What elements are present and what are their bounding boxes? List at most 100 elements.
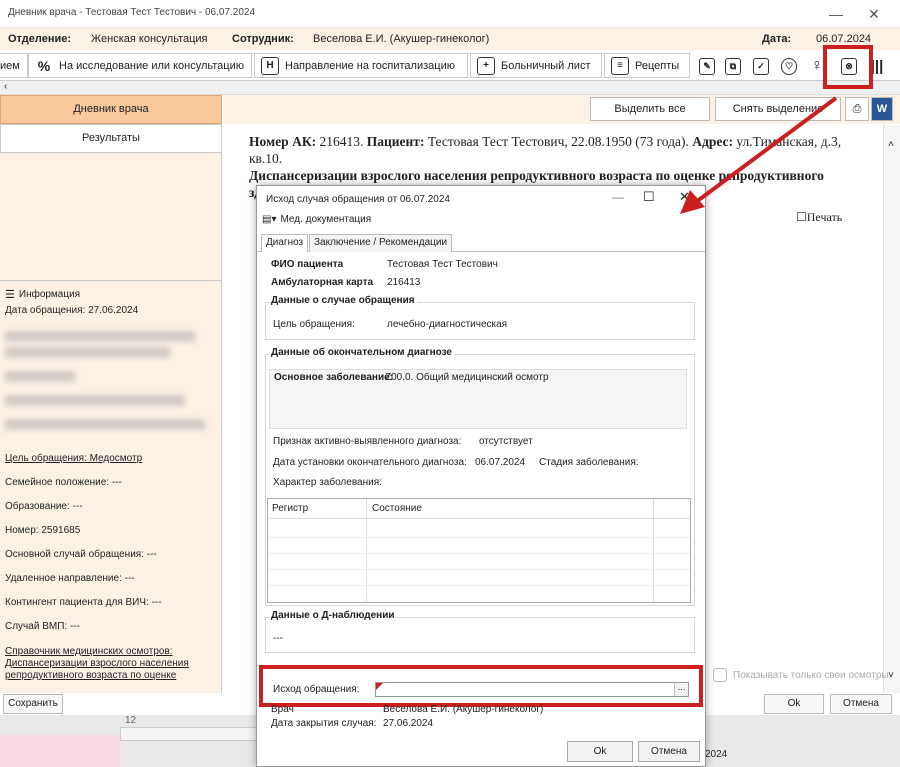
outcome-field[interactable]: ...: [375, 682, 689, 697]
row-line: [268, 569, 690, 570]
tab-research-label: На исследование или консультацию: [59, 59, 244, 72]
dept-label: Отделение:: [8, 33, 72, 45]
outcome-picker-button[interactable]: ...: [674, 683, 688, 696]
scroll-down-icon[interactable]: ˅: [888, 670, 894, 681]
date-value: 06.07.2024: [816, 33, 872, 45]
sick-leave-icon: +: [477, 56, 495, 75]
under-date: 2024: [705, 749, 728, 760]
stage-label: Стадия заболевания:: [539, 457, 639, 468]
blurred-line: [5, 331, 195, 342]
purpose-value: лечебно-диагностическая: [387, 319, 508, 330]
stethoscope-icon[interactable]: ♡: [778, 56, 800, 76]
results-button[interactable]: Результаты: [0, 124, 222, 153]
doc-check-icon[interactable]: ✓: [750, 56, 772, 76]
show-own-checkbox[interactable]: Показывать только свои осмотры: [713, 668, 889, 682]
save-button[interactable]: Сохранить: [3, 694, 63, 714]
patient-value: Тестовая Тест Тестович, 22.08.1950 (73 г…: [424, 134, 693, 149]
date-label: Дата:: [762, 33, 792, 45]
hospital-icon: Н: [261, 56, 279, 75]
close-button[interactable]: ✕: [860, 4, 888, 24]
doc-copy-glyph: ⧉: [725, 57, 741, 75]
show-own-box[interactable]: [713, 668, 727, 682]
tab-hospitalization[interactable]: Н Направление на госпитализацию: [254, 53, 468, 78]
dialog-cancel-button[interactable]: Отмена: [638, 741, 700, 762]
toolbar: ием % На исследование или консультацию Н…: [0, 50, 900, 81]
left-panel: Дневник врача Результаты ☰ Информация Да…: [0, 95, 222, 693]
info-title: Информация: [18, 289, 81, 300]
tab-diagnosis[interactable]: Диагноз: [261, 234, 309, 252]
doc-edit-icon[interactable]: ✎: [696, 56, 718, 76]
col-register: Регистр: [272, 503, 309, 514]
row-line: [268, 537, 690, 538]
doctor-diary-button[interactable]: Дневник врача: [0, 95, 222, 124]
document-scrollbar[interactable]: ˄ ˅: [883, 125, 900, 693]
ak-value: 216413.: [316, 134, 367, 149]
tab-conclusion[interactable]: Заключение / Рекомендации: [309, 234, 453, 252]
fio-label: ФИО пациента: [271, 259, 344, 270]
tab-prescriptions[interactable]: ≡ Рецепты: [604, 53, 690, 78]
tab-research[interactable]: % На исследование или консультацию: [28, 53, 252, 78]
tab-reception[interactable]: ием: [0, 53, 28, 78]
fio-value: Тестовая Тест Тестович: [387, 259, 498, 270]
info-icon: ☰: [5, 289, 15, 301]
exam-reference-line3[interactable]: репродуктивного возраста по оценке: [5, 670, 176, 681]
docs-icon: ▤▾: [262, 214, 277, 225]
toolbar-scrollbar[interactable]: ‹: [0, 81, 900, 95]
exam-reference-link[interactable]: Справочник медицинских осмотров:: [5, 646, 173, 657]
dialog-ok-button[interactable]: Ok: [567, 741, 633, 762]
outcome-label: Исход обращения:: [273, 684, 360, 695]
visit-date: Дата обращения: 27.06.2024: [5, 305, 139, 316]
case-number: Номер: 2591685: [5, 525, 81, 536]
vmp-case: Случай ВМП: ---: [5, 621, 80, 632]
docs-menu[interactable]: ▤▾ Мед. документация: [262, 214, 371, 225]
card-value: 216413: [387, 277, 421, 288]
close-date-value: 27.06.2024: [383, 718, 434, 729]
scroll-up-icon[interactable]: ˄: [888, 139, 894, 150]
info-section: ☰ Информация Дата обращения: 27.06.2024 …: [0, 280, 222, 693]
docs-menu-label: Мед. документация: [280, 214, 372, 225]
diag-date-label: Дата установки окончательного диагноза:: [273, 457, 467, 468]
deselect-button[interactable]: Снять выделение: [715, 97, 841, 121]
title-bar: Дневник врача - Тестовая Тест Тестович -…: [0, 0, 900, 28]
required-marker: [376, 683, 383, 690]
register-table-header: Регистр Состояние: [268, 499, 690, 519]
person-glyph: ♀: [811, 57, 823, 74]
active-diag-label: Признак активно-выявленного диагноза:: [273, 436, 462, 447]
purpose-link[interactable]: Цель обращения: Медосмотр: [5, 453, 142, 464]
dialog-tabs: Диагноз Заключение / Рекомендации: [257, 232, 705, 252]
case-group-title: Данные о случае обращения: [269, 295, 417, 306]
select-all-button[interactable]: Выделить все: [590, 97, 710, 121]
tab-hospitalization-label: Направление на госпитализацию: [285, 59, 455, 72]
cancel-button[interactable]: Отмена: [830, 694, 892, 714]
education: Образование: ---: [5, 501, 83, 512]
doctor-value: Веселова Е.И. (Акушер-гинеколог): [383, 704, 544, 715]
minimize-button[interactable]: —: [822, 4, 850, 24]
show-own-label: Показывать только свои осмотры: [733, 669, 889, 681]
under-row: [0, 735, 120, 767]
dialog-menu: ▤▾ Мед. документация: [257, 212, 705, 230]
main-case: Основной случай обращения: ---: [5, 549, 157, 560]
purpose-label: Цель обращения:: [273, 319, 355, 330]
info-header: ☰ Информация: [5, 288, 80, 301]
under-scrollbar[interactable]: [120, 727, 260, 741]
tab-sick-leave[interactable]: + Больничный лист: [470, 53, 602, 78]
dialog-minimize-button[interactable]: —: [612, 190, 624, 204]
doc-copy-icon[interactable]: ⧉: [722, 56, 744, 76]
dialog-maximize-button[interactable]: ☐: [643, 189, 655, 205]
blurred-line: [5, 347, 170, 358]
doc-check-glyph: ✓: [753, 57, 769, 75]
ok-button[interactable]: Ok: [764, 694, 824, 714]
tab-prescriptions-label: Рецепты: [635, 59, 680, 72]
case-outcome-dialog: Исход случая обращения от 06.07.2024 — ☐…: [256, 185, 706, 767]
main-disease-value: Z00.0. Общий медицинский осмотр: [385, 372, 549, 383]
word-icon[interactable]: W: [871, 97, 893, 121]
print-label: Печать: [806, 210, 843, 224]
blurred-line: [5, 419, 205, 430]
print-checkbox[interactable]: ☐Печать: [796, 210, 842, 225]
dialog-close-button[interactable]: ✕: [679, 189, 690, 205]
col-state: Состояние: [372, 503, 422, 514]
scroll-left-icon[interactable]: ‹: [4, 81, 7, 92]
percent-icon: %: [37, 57, 51, 74]
exam-reference-line2[interactable]: Диспансеризации взрослого населения: [5, 658, 189, 669]
print-icon[interactable]: ⎙: [845, 97, 869, 121]
